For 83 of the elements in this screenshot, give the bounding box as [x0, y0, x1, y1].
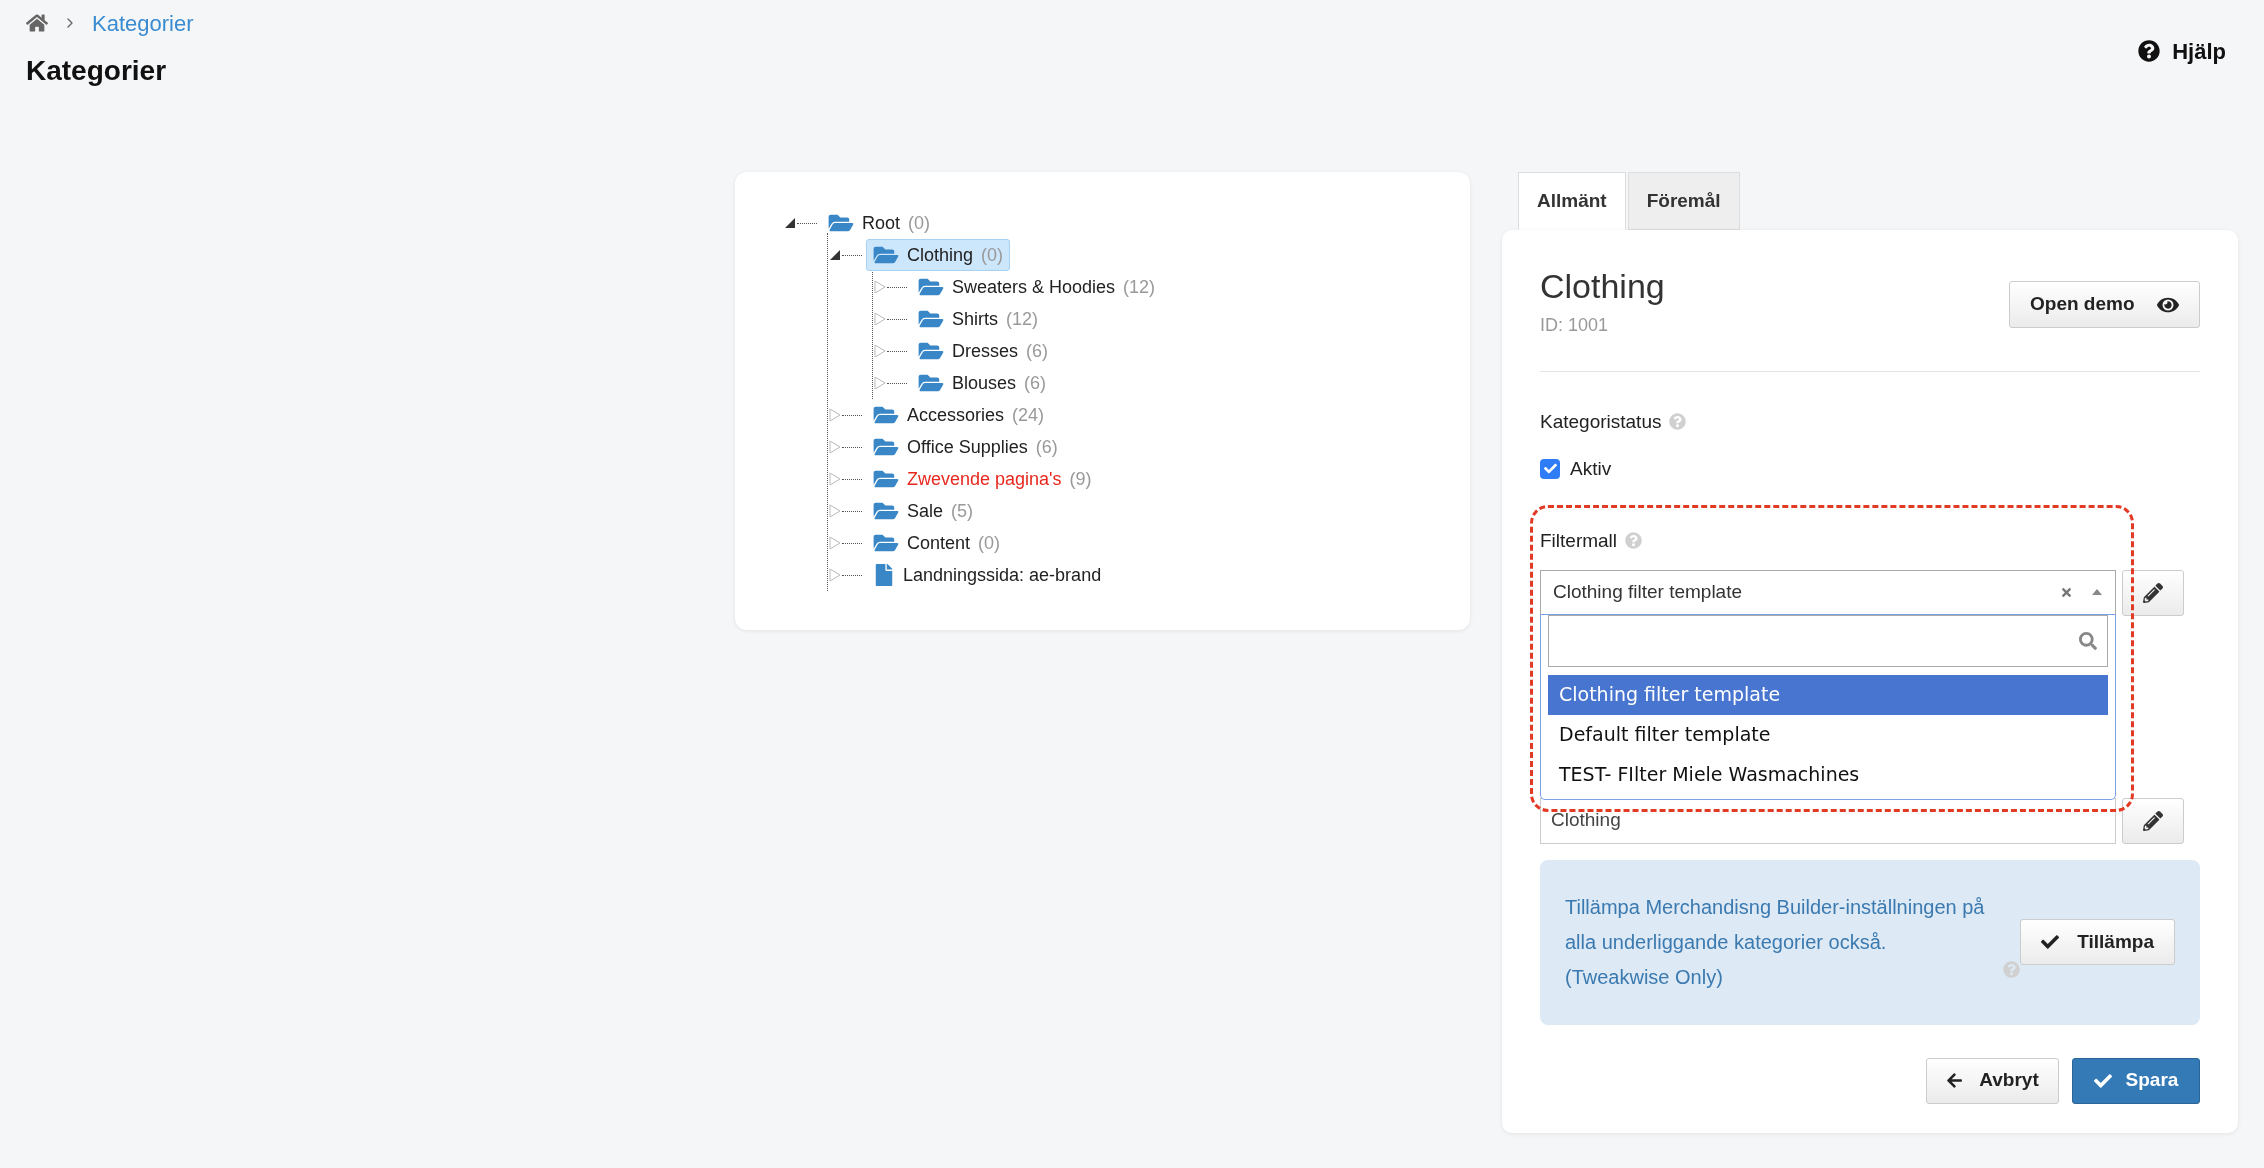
- category-id: ID: 1001: [1540, 314, 1610, 337]
- expanded-triangle-icon[interactable]: [784, 217, 796, 229]
- item-count: (24): [1012, 403, 1045, 427]
- collapsed-triangle-icon[interactable]: [874, 280, 886, 294]
- tree-item[interactable]: Root (0): [821, 207, 938, 239]
- collapsed-triangle-icon[interactable]: [874, 312, 886, 326]
- pencil-icon: [2143, 810, 2163, 831]
- dropdown-option[interactable]: Default filter template: [1548, 714, 2108, 755]
- item-count: (6): [1035, 435, 1058, 459]
- tree-item[interactable]: Landningssida: ae-brand: [866, 559, 1109, 591]
- tree-item[interactable]: Sale (5): [866, 495, 981, 527]
- check-icon: [2093, 1071, 2112, 1090]
- folder-icon: [828, 212, 854, 234]
- collapsed-triangle-icon[interactable]: [874, 376, 886, 390]
- home-icon[interactable]: [26, 13, 48, 33]
- edit-button[interactable]: [2122, 797, 2184, 844]
- collapsed-triangle-icon[interactable]: [829, 568, 841, 582]
- file-icon: [873, 564, 895, 586]
- check-icon: [1543, 462, 1557, 476]
- item-count: (6): [1026, 339, 1048, 363]
- checkbox[interactable]: [1540, 458, 1560, 479]
- category-title: Clothing: [1540, 266, 1665, 307]
- folder-icon: [918, 340, 944, 362]
- tree-item[interactable]: Office Supplies (6): [866, 431, 1065, 463]
- folder-icon: [873, 468, 899, 490]
- tree-item[interactable]: Shirts (12): [911, 303, 1046, 335]
- help-icon: [1669, 413, 1687, 430]
- check-icon: [2041, 933, 2060, 951]
- field-label: Filtermall: [1540, 530, 1618, 551]
- tree-item[interactable]: Zwevende pagina's (9): [866, 463, 1099, 495]
- caret-up-icon: [2091, 588, 2103, 596]
- item-count: (12): [1006, 307, 1039, 331]
- tree-item[interactable]: Accessories (24): [866, 399, 1052, 431]
- info-text: Tillämpa Merchandisng Builder-inställningen på alla underliggande kategorier också. (Tweakwise Only): [1565, 894, 1986, 990]
- help-icon: [2138, 40, 2161, 62]
- item-count: (0): [908, 211, 931, 235]
- clear-icon[interactable]: [2060, 585, 2073, 599]
- item-count: (0): [981, 243, 1004, 267]
- tree-item[interactable]: Sweaters & Hoodies (12): [911, 271, 1163, 303]
- tree-item[interactable]: Clothing (0): [866, 239, 1011, 271]
- tree-item[interactable]: Content (0): [866, 527, 1008, 559]
- search-field[interactable]: [1548, 614, 2108, 667]
- folder-icon: [918, 308, 944, 330]
- help-icon: [2003, 960, 2020, 978]
- collapsed-triangle-icon[interactable]: [829, 536, 841, 550]
- expanded-triangle-icon[interactable]: [829, 249, 841, 261]
- folder-icon: [873, 532, 899, 554]
- item-count: (6): [1024, 371, 1047, 395]
- dropdown-option[interactable]: Clothing filter template: [1548, 674, 2108, 715]
- tree-item[interactable]: Dresses (6): [911, 335, 1055, 367]
- item-count: (0): [978, 531, 1001, 555]
- cancel-button[interactable]: Avbryt: [1926, 1057, 2059, 1104]
- item-count: (5): [951, 499, 974, 523]
- edit-button[interactable]: [2122, 569, 2184, 616]
- help-icon: [1625, 532, 1643, 549]
- search-icon: [2079, 631, 2097, 650]
- arrow-left-icon: [1946, 1072, 1964, 1089]
- folder-icon: [918, 372, 944, 394]
- open-demo-button[interactable]: Open demo: [2009, 281, 2200, 328]
- folder-icon: [918, 276, 944, 298]
- folder-icon: [873, 436, 899, 458]
- collapsed-triangle-icon[interactable]: [829, 472, 841, 486]
- apply-button[interactable]: Tillämpa: [2020, 919, 2175, 965]
- checkbox-label: Aktiv: [1570, 456, 1612, 481]
- filter-template-select[interactable]: Clothing filter template: [1540, 569, 2116, 615]
- help-link[interactable]: Hjälp: [2172, 34, 2226, 68]
- collapsed-triangle-icon[interactable]: [829, 408, 841, 422]
- folder-icon: [873, 500, 899, 522]
- folder-icon: [873, 244, 899, 266]
- tree-item[interactable]: Blouses (6): [911, 367, 1054, 399]
- item-count: (12): [1123, 275, 1156, 299]
- tab[interactable]: Allmänt: [1518, 172, 1626, 230]
- page-title: Kategorier: [26, 54, 168, 88]
- collapsed-triangle-icon[interactable]: [829, 440, 841, 454]
- folder-icon: [873, 404, 899, 426]
- dropdown-option[interactable]: TEST- FIlter Miele Wasmachines: [1548, 754, 2108, 795]
- save-button[interactable]: Spara: [2072, 1057, 2200, 1104]
- pencil-icon: [2143, 582, 2163, 603]
- tab[interactable]: Föremål: [1627, 172, 1740, 230]
- field-label: Kategoristatus: [1540, 411, 1662, 432]
- item-count: (9): [1069, 467, 1092, 491]
- collapsed-triangle-icon[interactable]: [874, 344, 886, 358]
- collapsed-triangle-icon[interactable]: [829, 504, 841, 518]
